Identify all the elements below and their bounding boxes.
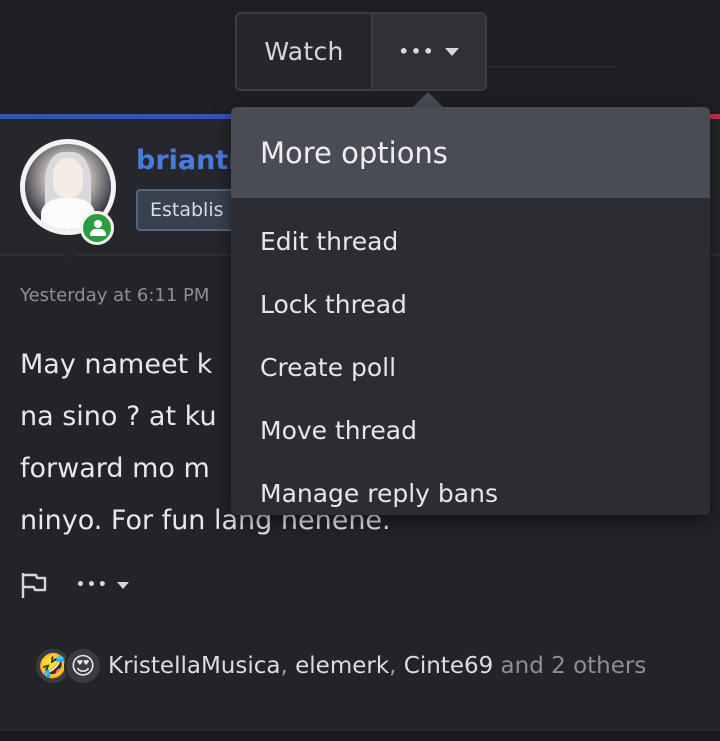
reactor-name[interactable]: KristellaMusica <box>108 653 281 679</box>
chevron-down-icon <box>445 47 460 56</box>
page: Watch ••• briantr Establis Yesterday at … <box>0 0 720 741</box>
menu-item-lock-thread[interactable]: Lock thread <box>231 273 710 336</box>
heart-eyes-emoji-icon: 😍 <box>64 647 102 685</box>
post-timestamp[interactable]: Yesterday at 6:11 PM <box>20 285 209 306</box>
menu-list: Edit thread Lock thread Create poll Move… <box>231 198 710 515</box>
user-title-badge: Establis <box>136 189 238 231</box>
online-status-icon <box>80 211 114 245</box>
more-options-menu: More options Edit thread Lock thread Cre… <box>231 107 710 515</box>
chevron-down-icon <box>116 581 129 589</box>
more-options-button[interactable]: ••• <box>371 14 485 89</box>
flag-icon[interactable] <box>20 571 48 599</box>
reactor-name[interactable]: Cinte69 <box>404 653 493 679</box>
menu-item-edit-thread[interactable]: Edit thread <box>231 210 710 273</box>
menu-arrow <box>412 92 444 108</box>
menu-item-manage-reply-bans[interactable]: Manage reply bans <box>231 462 710 515</box>
username-link[interactable]: briantr <box>136 145 242 176</box>
post-actions: ••• <box>20 571 129 599</box>
reactors-others-link[interactable]: and 2 others <box>493 653 647 679</box>
more-dots-icon: ••• <box>76 577 109 593</box>
reactor-name[interactable]: elemerk <box>295 653 389 679</box>
header-pointer <box>58 250 82 262</box>
watch-button-group: Watch ••• <box>235 12 487 91</box>
bottom-divider <box>0 729 720 741</box>
watch-button[interactable]: Watch <box>237 14 371 89</box>
more-dots-icon: ••• <box>398 42 436 61</box>
menu-item-create-poll[interactable]: Create poll <box>231 336 710 399</box>
menu-item-move-thread[interactable]: Move thread <box>231 399 710 462</box>
post-more-button[interactable]: ••• <box>76 577 129 593</box>
reactions-bar[interactable]: 🤣 😍 KristellaMusica, elemerk, Cinte69 an… <box>34 647 646 685</box>
reactor-separator: , <box>280 653 296 679</box>
reactor-separator: , <box>389 653 404 679</box>
menu-title: More options <box>231 107 710 198</box>
reactors-list: KristellaMusica, elemerk, Cinte69 and 2 … <box>108 653 646 679</box>
divider <box>488 66 618 68</box>
